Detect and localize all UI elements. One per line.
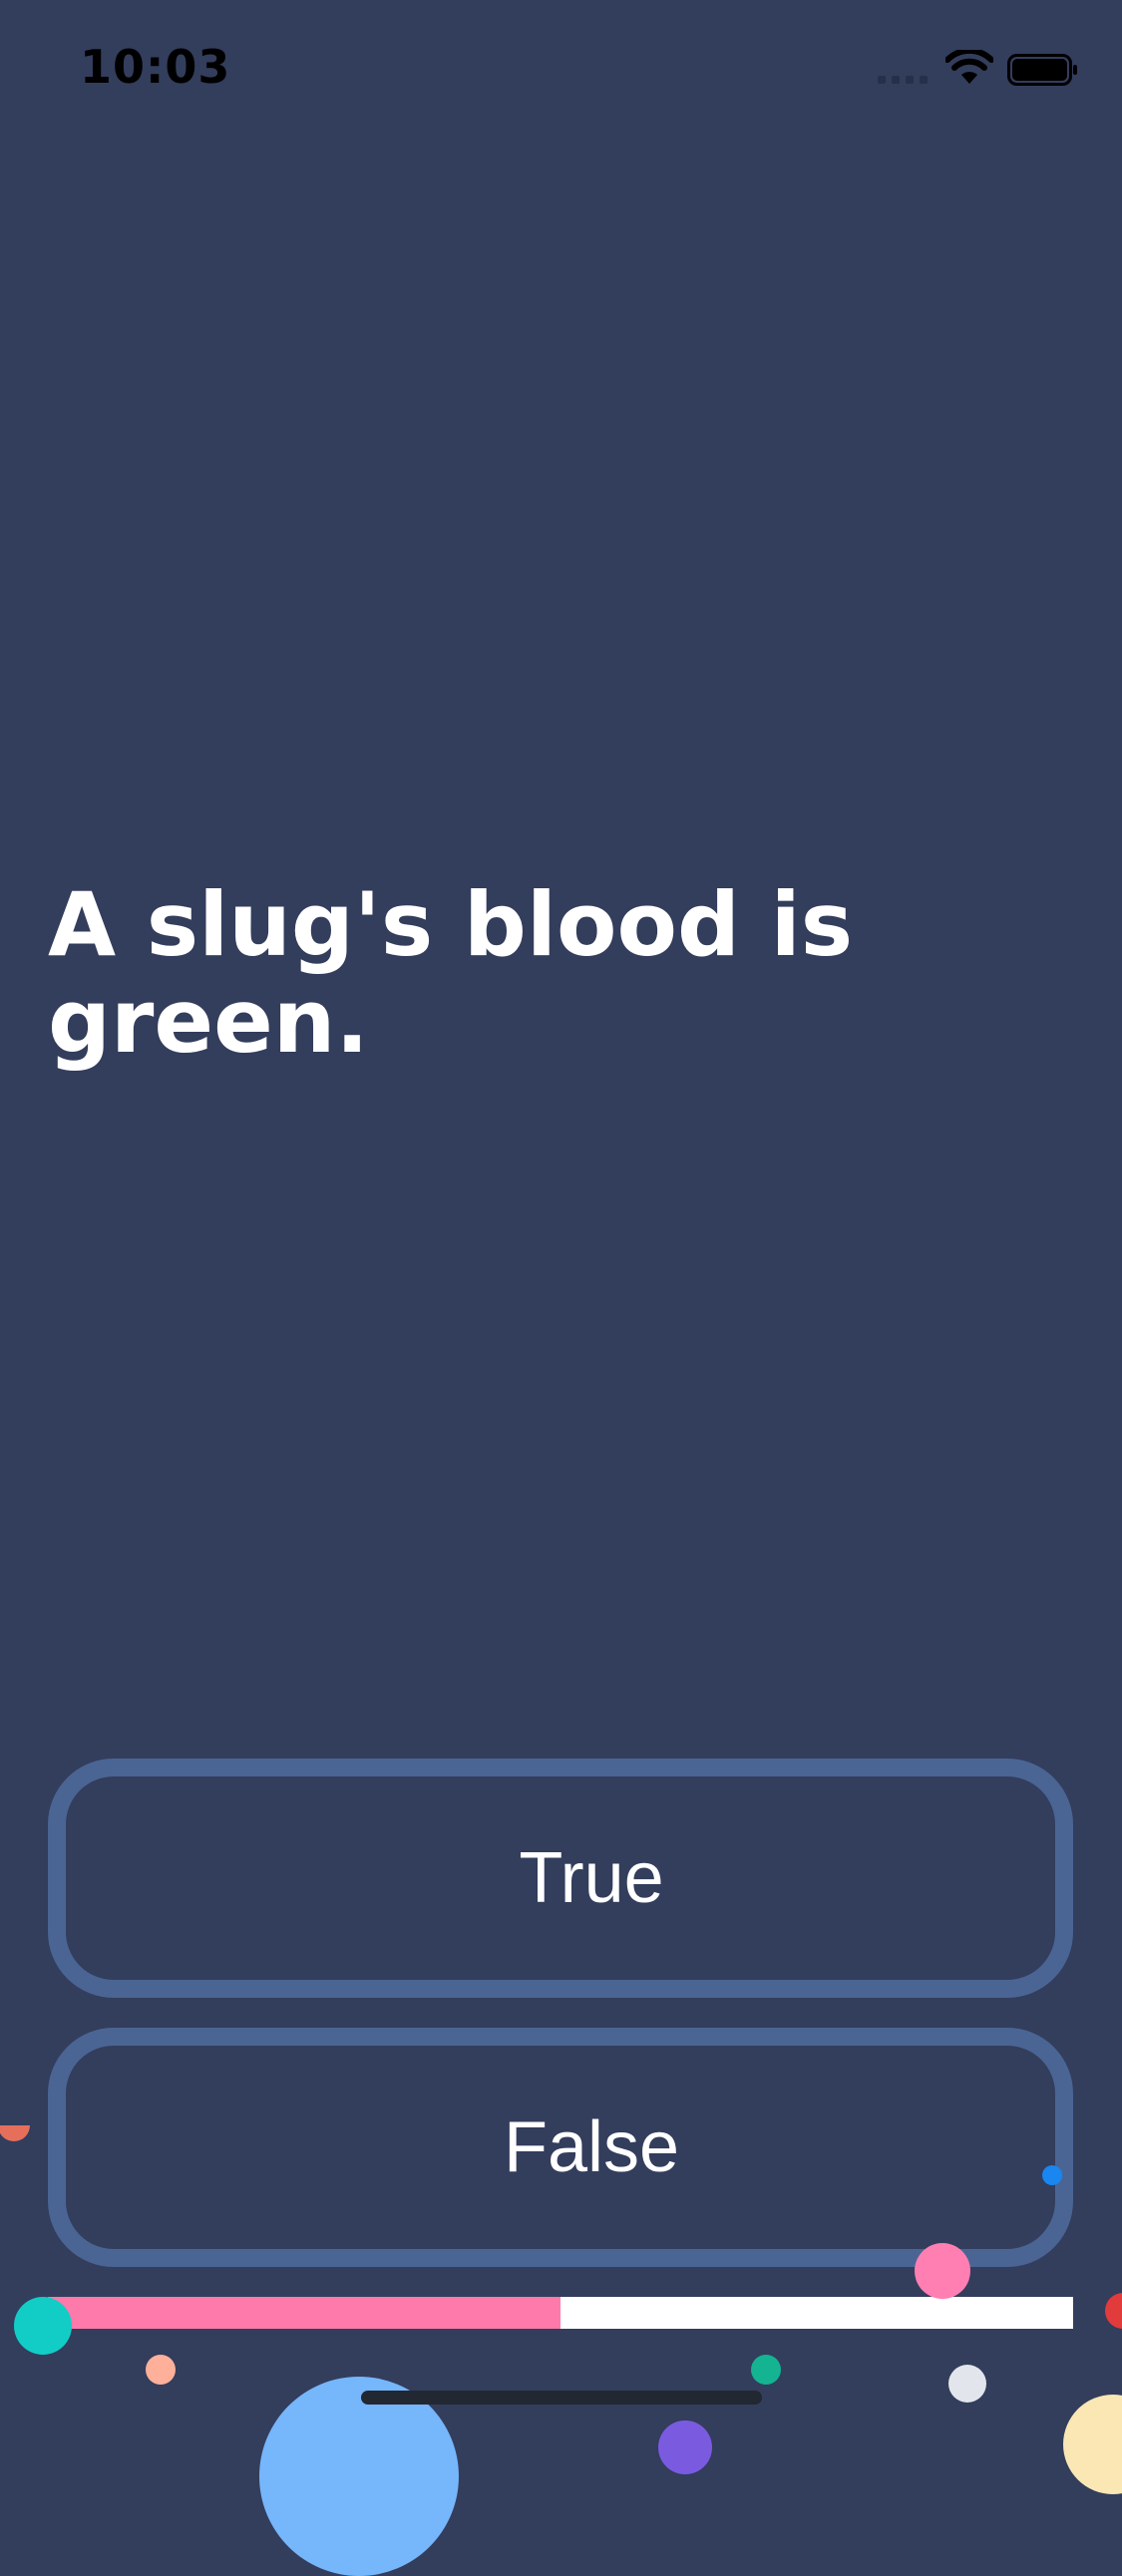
status-bar: 10:03 xyxy=(0,0,1122,132)
status-time: 10:03 xyxy=(80,40,231,94)
confetti-dot xyxy=(259,2377,459,2576)
confetti-dot xyxy=(915,2243,970,2299)
battery-icon xyxy=(1007,54,1077,86)
false-button[interactable]: False xyxy=(48,2028,1073,2267)
confetti-dot xyxy=(658,2420,712,2474)
confetti-dot xyxy=(146,2355,176,2385)
true-button-label: True xyxy=(519,1838,664,1918)
confetti-dot xyxy=(1105,2293,1122,2329)
confetti-dot xyxy=(948,2365,986,2403)
true-button[interactable]: True xyxy=(48,1759,1073,1998)
home-indicator xyxy=(361,2391,762,2405)
progress-bar xyxy=(48,2297,1073,2329)
question-text: A slug's blood is green. xyxy=(48,873,854,1073)
confetti-dot xyxy=(1042,2165,1062,2185)
progress-bar-fill xyxy=(48,2297,561,2329)
confetti-dot xyxy=(1063,2395,1122,2494)
confetti-dot xyxy=(751,2355,781,2385)
false-button-label: False xyxy=(503,2107,680,2187)
wifi-icon xyxy=(945,50,993,84)
confetti-dot xyxy=(14,2297,72,2355)
confetti-dot xyxy=(0,2125,30,2141)
cellular-signal-icon xyxy=(878,76,928,84)
